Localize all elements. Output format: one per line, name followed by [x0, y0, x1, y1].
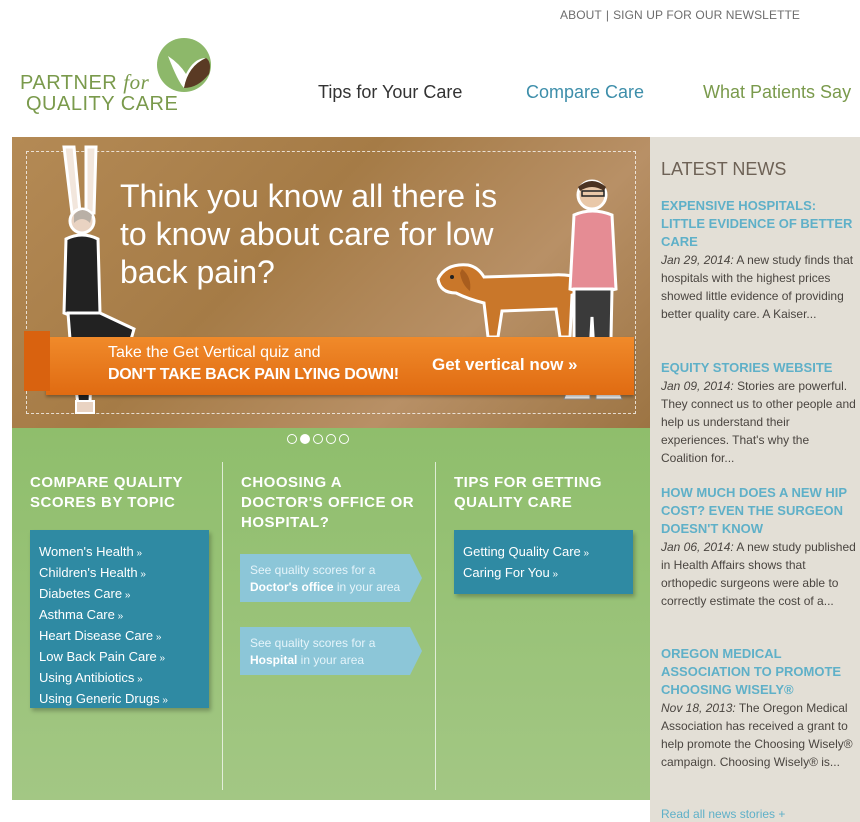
logo-text-line1: PARTNER for — [20, 70, 150, 94]
news-headline-link[interactable]: EQUITY STORIES WEBSITE — [661, 359, 859, 377]
column-divider — [435, 462, 436, 790]
banner-line2: DON'T TAKE BACK PAIN LYING DOWN! — [108, 366, 399, 383]
news-summary: Jan 06, 2014: A new study published in H… — [661, 540, 856, 608]
latest-news-sidebar: LATEST NEWS EXPENSIVE HOSPITALS: LITTLE … — [650, 137, 860, 822]
about-link[interactable]: ABOUT — [560, 8, 602, 22]
tips-links-box: Getting Quality CareCaring For You — [454, 530, 633, 594]
hero-quiz-banner[interactable]: Take the Get Vertical quiz and DON'T TAK… — [24, 331, 634, 395]
latest-news-title: LATEST NEWS — [661, 159, 787, 179]
tips-quality-care-title: TIPS FOR GETTING QUALITY CARE — [454, 474, 603, 511]
topic-link[interactable]: Low Back Pain Care — [39, 647, 209, 668]
topics-section: COMPARE QUALITY SCORES BY TOPIC Women's … — [12, 428, 650, 800]
banner-line1: Take the Get Vertical quiz and — [108, 344, 321, 361]
choosing-doctor-title: CHOOSING A DOCTOR'S OFFICE OR HOSPITAL? — [241, 474, 415, 531]
doctors-office-text: See quality scores for a Doctor's office … — [250, 563, 401, 594]
topic-link[interactable]: Using Antibiotics — [39, 668, 209, 689]
hero-headline: Think you know all there is to know abou… — [120, 178, 498, 290]
news-summary: Nov 18, 2013: The Oregon Medical Associa… — [661, 701, 853, 769]
carousel-dot[interactable] — [300, 434, 310, 444]
topic-link[interactable]: Children's Health — [39, 563, 209, 584]
topic-link[interactable]: Heart Disease Care — [39, 626, 209, 647]
utility-bar: ABOUT | SIGN UP FOR OUR NEWSLETTE — [560, 8, 860, 22]
newsletter-signup-link[interactable]: SIGN UP FOR OUR NEWSLETTE — [613, 8, 800, 22]
topic-link[interactable]: Diabetes Care — [39, 584, 209, 605]
news-item: EQUITY STORIES WEBSITE Jan 09, 2014: Sto… — [661, 359, 859, 467]
get-vertical-button[interactable]: Get vertical now » — [432, 355, 578, 375]
news-item: OREGON MEDICAL ASSOCIATION TO PROMOTE CH… — [661, 645, 859, 771]
hero-banner[interactable]: Think you know all there is to know abou… — [12, 137, 650, 428]
topic-link[interactable]: Using Generic Drugs — [39, 689, 209, 710]
compare-quality-title: COMPARE QUALITY SCORES BY TOPIC — [30, 474, 183, 511]
news-item: EXPENSIVE HOSPITALS: LITTLE EVIDENCE OF … — [661, 197, 859, 323]
news-headline-link[interactable]: HOW MUCH DOES A NEW HIP COST? EVEN THE S… — [661, 484, 859, 538]
news-headline-link[interactable]: EXPENSIVE HOSPITALS: LITTLE EVIDENCE OF … — [661, 197, 859, 251]
hospital-text: See quality scores for a Hospital in your… — [250, 636, 376, 667]
logo-text-line2: QUALITY CARE — [26, 93, 179, 115]
carousel-dot[interactable] — [326, 434, 336, 444]
utility-separator: | — [605, 8, 610, 22]
carousel-dot[interactable] — [313, 434, 323, 444]
tip-link[interactable]: Caring For You — [463, 563, 633, 584]
tip-link[interactable]: Getting Quality Care — [463, 542, 633, 563]
read-all-news-link[interactable]: Read all news stories + — [661, 807, 785, 821]
news-summary: Jan 29, 2014: A new study finds that hos… — [661, 253, 854, 321]
news-headline-link[interactable]: OREGON MEDICAL ASSOCIATION TO PROMOTE CH… — [661, 645, 859, 699]
nav-tips-for-your-care[interactable]: Tips for Your Care — [318, 82, 462, 103]
carousel-dot[interactable] — [339, 434, 349, 444]
column-divider — [222, 462, 223, 790]
compare-topics-box: Women's HealthChildren's HealthDiabetes … — [30, 530, 209, 708]
nav-compare-care[interactable]: Compare Care — [526, 82, 644, 103]
topic-link[interactable]: Asthma Care — [39, 605, 209, 626]
doctors-office-scores-button[interactable]: See quality scores for a Doctor's office … — [240, 554, 424, 602]
topic-link[interactable]: Women's Health — [39, 542, 209, 563]
carousel-dot[interactable] — [287, 434, 297, 444]
hospital-scores-button[interactable]: See quality scores for a Hospital in your… — [240, 627, 424, 675]
news-summary: Jan 09, 2014: Stories are powerful. They… — [661, 379, 856, 465]
logo-leaf-icon — [157, 38, 211, 92]
nav-what-patients-say[interactable]: What Patients Say — [703, 82, 851, 103]
site-logo[interactable]: PARTNER for QUALITY CARE — [14, 36, 224, 122]
carousel-dots — [287, 434, 349, 444]
news-item: HOW MUCH DOES A NEW HIP COST? EVEN THE S… — [661, 484, 859, 610]
